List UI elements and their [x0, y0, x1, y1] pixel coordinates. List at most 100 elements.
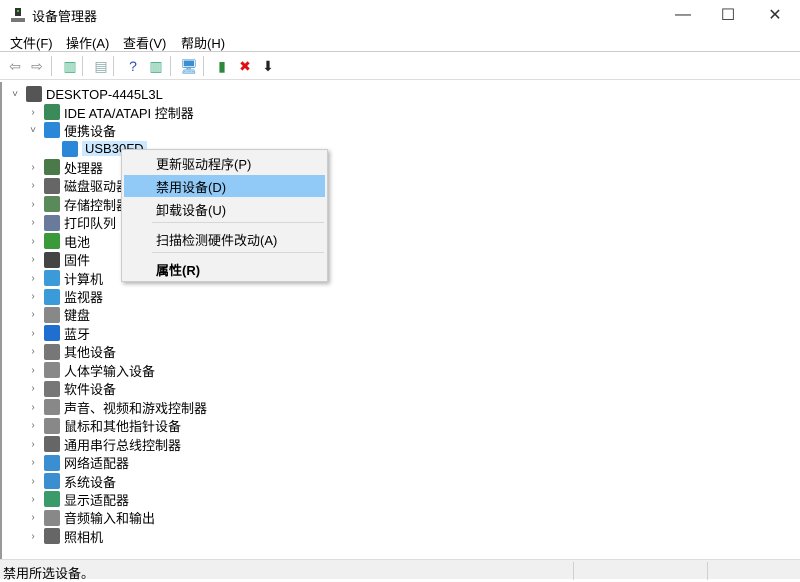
device-category-icon [44, 509, 60, 526]
tree-item[interactable]: › 音频输入和输出 [26, 509, 155, 527]
chevron-right-icon[interactable]: › [26, 162, 40, 173]
chevron-right-icon[interactable]: › [26, 291, 40, 302]
update-driver-icon: ▮ [218, 57, 226, 74]
chevron-right-icon[interactable]: › [26, 365, 40, 376]
chevron-right-icon[interactable]: › [26, 494, 40, 505]
context-menu-item[interactable]: 卸载设备(U) [124, 198, 325, 220]
tree-item[interactable]: › 蓝牙 [26, 324, 90, 342]
chevron-right-icon[interactable]: › [26, 420, 40, 431]
maximize-button[interactable]: ☐ [705, 0, 751, 30]
tree-item-label: 固件 [64, 253, 91, 269]
disable-button[interactable]: ⬇ [259, 57, 277, 75]
title-bar: 设备管理器 — ☐ ✕ [0, 0, 800, 30]
chevron-right-icon[interactable]: › [26, 512, 40, 523]
back-icon: ⇦ [9, 57, 21, 74]
tree-item-label: 打印队列 [64, 216, 117, 232]
chevron-right-icon[interactable]: › [26, 199, 40, 210]
help-button[interactable]: ? [124, 57, 142, 75]
menu-help[interactable]: 帮助(H) [181, 33, 225, 52]
show-action-pane-button[interactable]: ▥ [147, 57, 165, 75]
chevron-right-icon[interactable]: › [26, 273, 40, 284]
show-hide-console-tree-button[interactable]: ▥ [61, 57, 79, 75]
tree-item[interactable]: › 处理器 [26, 158, 103, 176]
tree-item[interactable]: › 其他设备 [26, 343, 116, 361]
forward-icon: ⇨ [31, 57, 43, 74]
chevron-right-icon[interactable]: › [26, 309, 40, 320]
tree-item-label: 其他设备 [64, 345, 117, 361]
tree-item[interactable]: › 软件设备 [26, 380, 116, 398]
tree-item[interactable]: › 固件 [26, 251, 90, 269]
tree-item[interactable]: › IDE ATA/ATAPI 控制器 [26, 103, 194, 121]
scan-hardware-button[interactable]: 🖥 [180, 57, 198, 75]
tree-item[interactable]: › 计算机 [26, 269, 103, 287]
device-category-icon [44, 251, 60, 268]
chevron-right-icon[interactable]: › [26, 180, 40, 191]
tree-item[interactable]: › 照相机 [26, 527, 103, 545]
context-menu-item[interactable]: 属性(R) [124, 258, 325, 280]
tree-item[interactable]: › 声音、视频和游戏控制器 [26, 398, 207, 416]
chevron-right-icon[interactable]: › [26, 346, 40, 357]
device-category-icon [44, 233, 60, 250]
device-category-icon [44, 454, 60, 471]
tree-item-label: 人体学输入设备 [64, 363, 156, 379]
chevron-right-icon[interactable]: › [26, 328, 40, 339]
device-category-icon [44, 528, 60, 545]
tree-item[interactable]: › 存储控制器 [26, 195, 129, 213]
tree-item[interactable]: ˅ 便携设备 [26, 121, 116, 139]
tree-item-label: 显示适配器 [64, 492, 130, 508]
tree-item[interactable]: › 人体学输入设备 [26, 361, 155, 379]
back-button[interactable]: ⇦ [6, 57, 24, 75]
context-menu-item[interactable]: 更新驱动程序(P) [124, 152, 325, 174]
tree-root[interactable]: ˅ DESKTOP-4445L3L [8, 85, 163, 103]
menu-view[interactable]: 查看(V) [123, 33, 166, 52]
tree-item[interactable]: › 网络适配器 [26, 454, 129, 472]
chevron-right-icon[interactable]: › [26, 236, 40, 247]
status-divider [573, 562, 574, 580]
chevron-right-icon[interactable]: › [26, 383, 40, 394]
chevron-down-icon[interactable]: ˅ [8, 89, 22, 100]
tree-item[interactable]: › 监视器 [26, 288, 103, 306]
properties-button[interactable]: ▤ [92, 57, 110, 75]
chevron-right-icon[interactable]: › [26, 476, 40, 487]
device-category-icon [44, 343, 60, 360]
tree-item[interactable]: › 通用串行总线控制器 [26, 435, 181, 453]
status-divider [707, 562, 708, 580]
tree-item[interactable]: › 显示适配器 [26, 490, 129, 508]
tree-item[interactable]: › 键盘 [26, 306, 90, 324]
menu-action[interactable]: 操作(A) [66, 33, 109, 52]
chevron-down-icon[interactable]: ˅ [26, 125, 40, 136]
update-driver-button[interactable]: ▮ [213, 57, 231, 75]
uninstall-button[interactable]: ✖ [236, 57, 254, 75]
chevron-right-icon[interactable]: › [26, 254, 40, 265]
forward-button[interactable]: ⇨ [28, 57, 46, 75]
chevron-right-icon[interactable]: › [26, 439, 40, 450]
tree-item-label: IDE ATA/ATAPI 控制器 [64, 105, 194, 121]
tree-item[interactable]: › 电池 [26, 232, 90, 250]
device-category-icon [44, 473, 60, 489]
disable-icon: ⬇ [262, 57, 274, 74]
show-action-pane-icon: ▥ [149, 57, 163, 74]
tree-item-label: 监视器 [64, 290, 104, 305]
chevron-right-icon[interactable]: › [26, 107, 40, 118]
tree-item[interactable]: › 磁盘驱动器 [26, 177, 129, 195]
chevron-right-icon[interactable]: › [26, 402, 40, 413]
context-menu-item[interactable]: 禁用设备(D) [124, 175, 325, 197]
tree-item[interactable]: › 鼠标和其他指针设备 [26, 417, 181, 435]
tree-item[interactable]: › 系统设备 [26, 472, 116, 490]
context-menu-item[interactable]: 扫描检测硬件改动(A) [124, 228, 325, 250]
device-category-icon [44, 104, 60, 120]
device-category-icon [44, 491, 60, 508]
minimize-button[interactable]: — [660, 0, 706, 30]
device-category-icon [44, 288, 60, 305]
close-button[interactable]: ✕ [752, 0, 798, 30]
toolbar-separator [170, 56, 171, 76]
properties-icon: ▤ [94, 57, 108, 74]
menu-file[interactable]: 文件(F) [10, 33, 53, 52]
tree-item-label: 声音、视频和游戏控制器 [64, 400, 208, 416]
chevron-right-icon[interactable]: › [26, 457, 40, 468]
chevron-right-icon[interactable]: › [26, 531, 40, 542]
tree-item-label: 存储控制器 [64, 197, 130, 213]
chevron-right-icon[interactable]: › [26, 217, 40, 228]
tree-item[interactable]: › 打印队列 [26, 214, 116, 232]
uninstall-icon: ✖ [239, 57, 251, 74]
